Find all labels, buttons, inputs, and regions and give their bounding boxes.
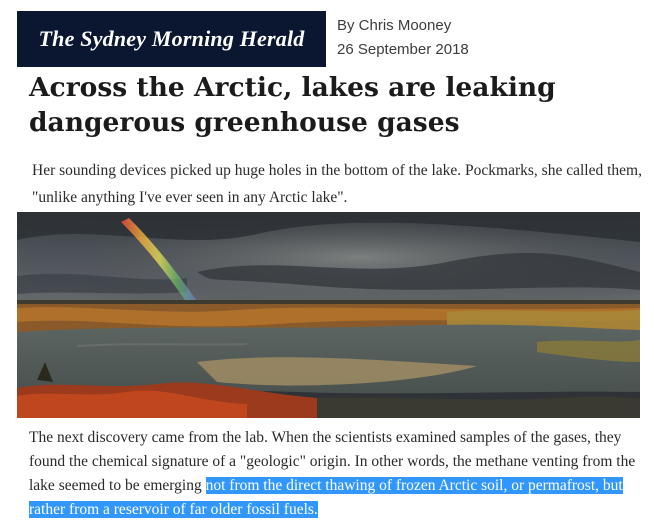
- author-name[interactable]: By Chris Mooney: [337, 14, 469, 38]
- article-body-paragraph: The next discovery came from the lab. Wh…: [29, 426, 641, 522]
- masthead[interactable]: The Sydney Morning Herald: [17, 11, 326, 67]
- article-photo: [17, 212, 640, 418]
- masthead-logo: The Sydney Morning Herald: [38, 26, 305, 51]
- byline: By Chris Mooney 26 September 2018: [337, 14, 469, 62]
- article-headline: Across the Arctic, lakes are leaking dan…: [29, 72, 556, 138]
- article-intro: Her sounding devices picked up huge hole…: [32, 162, 642, 206]
- landscape-photo-icon: [17, 212, 640, 418]
- publish-date: 26 September 2018: [337, 41, 469, 58]
